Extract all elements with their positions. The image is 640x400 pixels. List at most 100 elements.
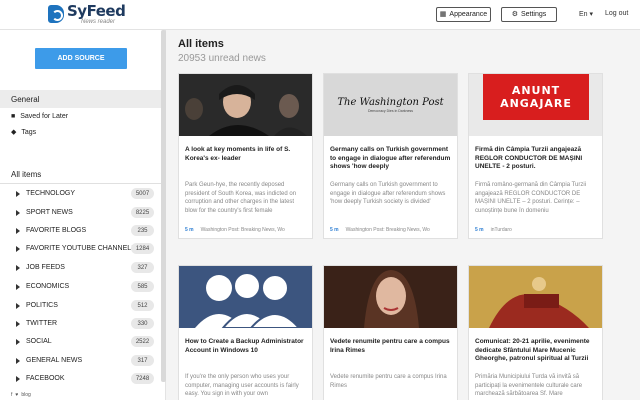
card-meta: 5 m inTurdaro — [475, 227, 597, 233]
category-item-sport-news[interactable]: SPORT NEWS 8225 — [0, 206, 161, 219]
category-count: 317 — [131, 355, 154, 366]
news-card[interactable]: The Washington Post Democracy Dies in Da… — [323, 73, 458, 239]
saved-for-later-link[interactable]: ■ Saved for Later — [11, 113, 68, 120]
general-section-heading: General — [0, 90, 161, 108]
caret-right-icon — [16, 209, 20, 216]
card-time: 5 m — [330, 227, 339, 233]
category-item-facebook[interactable]: FACEBOOK 7248 — [0, 372, 161, 385]
card-time: 5 m — [185, 227, 194, 233]
news-card[interactable]: Comunicat: 20-21 aprilie, evenimente ded… — [468, 265, 603, 400]
chevron-down-icon: ▾ — [589, 11, 594, 18]
logo-tagline: News reader — [81, 19, 116, 25]
syfeed-logo-icon — [48, 5, 64, 23]
caret-right-icon — [16, 227, 20, 234]
category-item-favorite-blogs[interactable]: FAVORITE BLOGS 235 — [0, 224, 161, 237]
category-item-economics[interactable]: ECONOMICS 585 — [0, 280, 161, 293]
card-title[interactable]: Comunicat: 20-21 aprilie, evenimente ded… — [475, 338, 597, 364]
gear-icon: ⚙ — [511, 11, 518, 18]
news-photo — [324, 266, 457, 328]
category-item-favorite-youtube-channels[interactable]: FAVORITE YOUTUBE CHANNELS 1284 — [0, 242, 161, 255]
news-photo: ANUNT ANGAJARE — [469, 74, 602, 136]
card-source[interactable]: Washington Post: Breaking News, Wo — [346, 227, 430, 233]
card-title[interactable]: How to Create a Backup Administrator Acc… — [185, 338, 307, 355]
language-select[interactable]: En ▾ — [579, 10, 593, 18]
tags-label: Tags — [21, 128, 37, 136]
news-card[interactable]: Vedete renumite pentru care a compus Iri… — [323, 265, 458, 400]
unread-count: 20953 unread news — [178, 53, 266, 64]
category-count: 330 — [131, 318, 154, 329]
category-item-social[interactable]: SOCIAL 2522 — [0, 335, 161, 348]
top-bar: SyFeed News reader ▦ Appearance ⚙ Settin… — [0, 0, 640, 30]
news-photo — [469, 266, 602, 328]
card-excerpt: Vedete renumite pentru care a compus Iri… — [330, 374, 447, 389]
page-title: All items — [178, 38, 224, 50]
caret-right-icon — [16, 302, 20, 309]
add-source-button[interactable]: ADD SOURCE — [35, 48, 127, 69]
card-meta: 5 m Washington Post: Breaking News, Wo — [185, 227, 307, 233]
category-item-general-news[interactable]: GENERAL NEWS 317 — [0, 354, 161, 367]
all-items-link[interactable]: All items — [11, 170, 41, 179]
appearance-label: Appearance — [449, 11, 488, 18]
facebook-icon[interactable]: f — [11, 392, 12, 398]
category-count: 7248 — [131, 373, 154, 384]
sidebar: ADD SOURCE General ■ Saved for Later ◆ T… — [0, 30, 166, 400]
category-count: 585 — [131, 281, 154, 292]
settings-label: Settings — [520, 11, 547, 18]
tag-icon: ◆ — [11, 129, 17, 136]
card-source[interactable]: Washington Post: Breaking News, Wo — [201, 227, 285, 233]
category-count: 512 — [131, 300, 154, 311]
card-excerpt: Primăria Municipiului Turda vă invită să… — [475, 374, 583, 397]
news-photo — [179, 266, 312, 328]
bookmark-icon: ■ — [11, 113, 16, 120]
card-title[interactable]: Germany calls on Turkish government to e… — [330, 146, 452, 172]
divider — [0, 183, 161, 184]
card-title[interactable]: A look at key moments in life of S. Kore… — [185, 146, 307, 163]
tags-link[interactable]: ◆ Tags — [11, 128, 37, 137]
category-label: FAVORITE YOUTUBE CHANNELS — [26, 245, 136, 252]
caret-right-icon — [16, 375, 20, 382]
card-meta: 5 m Washington Post: Breaking News, Wo — [330, 227, 452, 233]
category-count: 5007 — [131, 188, 154, 199]
settings-button[interactable]: ⚙ Settings — [501, 7, 557, 22]
grid-icon: ▦ — [439, 11, 447, 18]
news-photo — [179, 74, 312, 136]
card-excerpt: If you're the only person who uses your … — [185, 374, 299, 397]
category-count: 8225 — [131, 207, 154, 218]
blog-link[interactable]: blog — [21, 392, 30, 398]
caret-right-icon — [16, 338, 20, 345]
category-count: 1284 — [131, 243, 154, 254]
image-tagline-text: Democracy Dies in Darkness — [367, 109, 414, 113]
caret-right-icon — [16, 283, 20, 290]
card-title[interactable]: Vedete renumite pentru care a compus Iri… — [330, 338, 452, 355]
twitter-icon[interactable]: ♥ — [15, 392, 18, 398]
category-item-twitter[interactable]: TWITTER 330 — [0, 317, 161, 330]
news-card[interactable]: How to Create a Backup Administrator Acc… — [178, 265, 313, 400]
appearance-button[interactable]: ▦ Appearance — [436, 7, 491, 22]
card-title[interactable]: Firmă din Câmpia Turzii angajează REGLOR… — [475, 146, 597, 172]
caret-right-icon — [16, 264, 20, 271]
card-time: 5 m — [475, 227, 484, 233]
category-item-technology[interactable]: TECHNOLOGY 5007 — [0, 187, 161, 200]
category-count: 2522 — [131, 336, 154, 347]
logo-name: SyFeed — [67, 2, 126, 20]
logo[interactable]: SyFeed News reader — [48, 2, 126, 26]
image-sign-text: ANUNT ANGAJARE — [483, 74, 589, 120]
saved-for-later-label: Saved for Later — [20, 113, 69, 120]
category-item-job-feeds[interactable]: JOB FEEDS 327 — [0, 261, 161, 274]
sidebar-footer: f ♥ blog — [11, 392, 31, 398]
card-source[interactable]: inTurdaro — [491, 227, 512, 233]
news-photo: The Washington Post Democracy Dies in Da… — [324, 74, 457, 136]
sidebar-scrollbar[interactable] — [161, 30, 166, 382]
news-card[interactable]: A look at key moments in life of S. Kore… — [178, 73, 313, 239]
news-card[interactable]: ANUNT ANGAJARE Firmă din Câmpia Turzii a… — [468, 73, 603, 239]
caret-right-icon — [16, 320, 20, 327]
card-excerpt: Firmă româno-germană din Câmpia Turzii a… — [475, 182, 587, 214]
card-excerpt: Park Geun-hye, the recently deposed pres… — [185, 182, 297, 214]
category-count: 235 — [131, 225, 154, 236]
card-excerpt: Germany calls on Turkish government to e… — [330, 182, 446, 205]
category-item-politics[interactable]: POLITICS 512 — [0, 299, 161, 312]
caret-right-icon — [16, 357, 20, 364]
logout-link[interactable]: Log out — [605, 10, 628, 17]
language-label: En — [579, 11, 588, 18]
caret-right-icon — [16, 190, 20, 197]
